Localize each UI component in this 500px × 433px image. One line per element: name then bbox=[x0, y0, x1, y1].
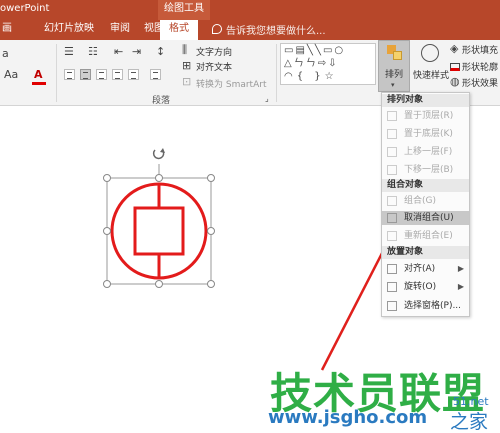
send-backward-icon bbox=[387, 165, 397, 175]
resize-handle-top-right[interactable] bbox=[207, 174, 215, 182]
menu-item-rotate[interactable]: 旋转(O) ▶ bbox=[382, 280, 469, 294]
menu-header-group: 组合对象 bbox=[382, 179, 469, 192]
menu-item-send-backward[interactable]: 下移一层(B) bbox=[382, 163, 469, 177]
rotate-icon bbox=[387, 282, 397, 292]
bring-forward-icon bbox=[387, 147, 397, 157]
group-icon bbox=[387, 196, 397, 206]
resize-handle-top[interactable] bbox=[155, 174, 163, 182]
menu-item-selection-pane[interactable]: 选择窗格(P)... bbox=[382, 299, 469, 313]
resize-handle-top-left[interactable] bbox=[103, 174, 111, 182]
menu-item-bring-to-front[interactable]: 置于顶层(R) bbox=[382, 109, 469, 123]
resize-handle-left[interactable] bbox=[103, 227, 111, 235]
align-icon bbox=[387, 264, 397, 274]
menu-item-align[interactable]: 对齐(A) ▶ bbox=[382, 262, 469, 276]
watermark-url: www.jsgho.com bbox=[268, 407, 428, 428]
menu-item-send-to-back[interactable]: 置于底层(K) bbox=[382, 127, 469, 141]
arrange-dropdown-menu: 排列对象 置于顶层(R) 置于底层(K) 上移一层(F) 下移一层(B) 组合对… bbox=[381, 92, 470, 317]
red-square-shape[interactable] bbox=[133, 206, 185, 256]
menu-header-place: 放置对象 bbox=[382, 246, 469, 259]
menu-item-bring-forward[interactable]: 上移一层(F) bbox=[382, 145, 469, 159]
menu-item-ungroup[interactable]: 取消组合(U) bbox=[382, 211, 469, 225]
menu-item-regroup[interactable]: 重新组合(E) bbox=[382, 229, 469, 243]
selection-pane-icon bbox=[387, 301, 397, 311]
regroup-icon bbox=[387, 231, 397, 241]
bring-to-front-icon bbox=[387, 111, 397, 121]
submenu-arrow-icon: ▶ bbox=[457, 264, 464, 273]
menu-item-group[interactable]: 组合(G) bbox=[382, 194, 469, 208]
rotate-arrow-head bbox=[160, 148, 165, 153]
send-to-back-icon bbox=[387, 129, 397, 139]
submenu-arrow-icon: ▶ bbox=[457, 282, 464, 291]
menu-header-arrange: 排列对象 bbox=[382, 94, 469, 107]
resize-handle-right[interactable] bbox=[207, 227, 215, 235]
ungroup-icon bbox=[387, 213, 397, 223]
resize-handle-bottom-left[interactable] bbox=[103, 280, 111, 288]
resize-handle-bottom[interactable] bbox=[155, 280, 163, 288]
watermark-home: 之家 bbox=[450, 411, 489, 433]
resize-handle-bottom-right[interactable] bbox=[207, 280, 215, 288]
